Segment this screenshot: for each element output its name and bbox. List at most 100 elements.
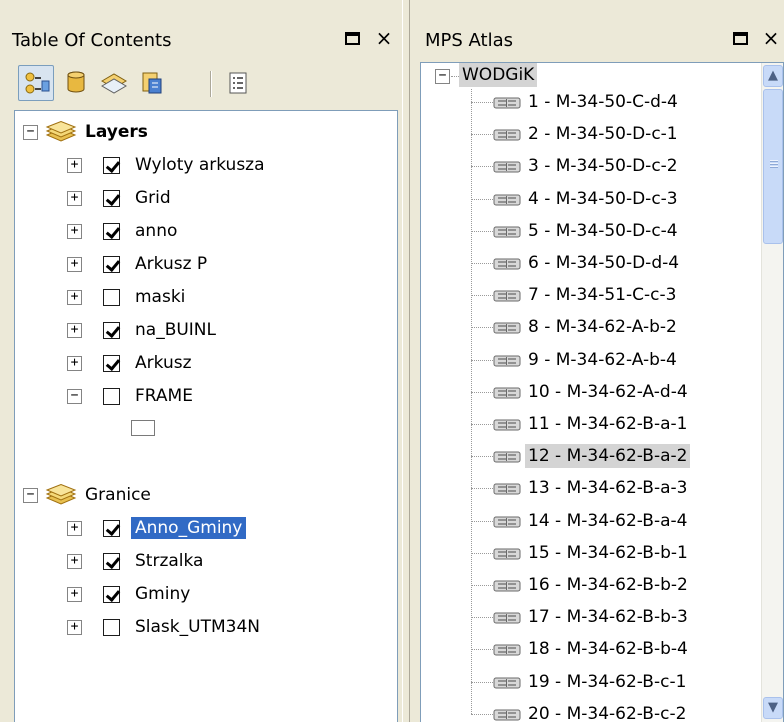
toc-restore-button[interactable] <box>340 26 364 50</box>
options-button[interactable] <box>220 65 256 101</box>
tree-connector <box>471 198 493 200</box>
panel-splitter[interactable] <box>402 0 410 722</box>
layer-expander[interactable]: + <box>67 554 82 569</box>
atlas-page-item[interactable]: 6 - M-34-50-D-d-4 <box>471 250 761 276</box>
atlas-page-item[interactable]: 18 - M-34-62-B-b-4 <box>471 636 761 662</box>
atlas-page-label[interactable]: 5 - M-34-50-D-c-4 <box>525 219 681 243</box>
layer-expander[interactable]: + <box>67 158 82 173</box>
toc-close-button[interactable]: × <box>372 26 396 50</box>
atlas-root-label[interactable]: WODGiK <box>459 63 538 87</box>
layer-visibility-checkbox[interactable] <box>103 520 120 537</box>
layer-visibility-checkbox[interactable] <box>103 553 120 570</box>
tree-connector <box>471 134 493 136</box>
layer-label[interactable]: Arkusz <box>131 352 196 374</box>
layer-visibility-checkbox[interactable] <box>103 586 120 603</box>
atlas-restore-button[interactable] <box>728 26 752 50</box>
layer-visibility-checkbox[interactable] <box>103 190 120 207</box>
layer-expander[interactable]: − <box>67 389 82 404</box>
atlas-page-label[interactable]: 17 - M-34-62-B-b-3 <box>525 605 691 629</box>
layer-label[interactable]: Slask_UTM34N <box>131 616 264 638</box>
atlas-page-item[interactable]: 10 - M-34-62-A-d-4 <box>471 379 761 405</box>
atlas-page-item[interactable]: 13 - M-34-62-B-a-3 <box>471 475 761 501</box>
scroll-thumb[interactable] <box>763 89 783 244</box>
layer-label[interactable]: anno <box>131 220 181 242</box>
atlas-page-label[interactable]: 10 - M-34-62-A-d-4 <box>525 380 691 404</box>
atlas-root-expander[interactable]: − <box>435 69 450 84</box>
layer-visibility-checkbox[interactable] <box>103 289 120 306</box>
layer-visibility-checkbox[interactable] <box>103 256 120 273</box>
layer-label[interactable]: Gminy <box>131 583 194 605</box>
atlas-page-item[interactable]: 9 - M-34-62-A-b-4 <box>471 347 761 373</box>
tree-connector <box>471 166 493 168</box>
layer-label[interactable]: Anno_Gminy <box>131 517 247 539</box>
layer-expander[interactable]: + <box>67 521 82 536</box>
atlas-page-label[interactable]: 12 - M-34-62-B-a-2 <box>525 444 691 469</box>
atlas-page-item[interactable]: 5 - M-34-50-D-c-4 <box>471 218 761 244</box>
atlas-page-label[interactable]: 4 - M-34-50-D-c-3 <box>525 187 681 211</box>
list-by-visibility-button[interactable] <box>96 65 132 101</box>
layer-visibility-checkbox[interactable] <box>103 223 120 240</box>
layer-expander[interactable]: + <box>67 587 82 602</box>
layer-visibility-checkbox[interactable] <box>103 388 120 405</box>
layer-label[interactable]: Grid <box>131 187 175 209</box>
atlas-page-label[interactable]: 7 - M-34-51-C-c-3 <box>525 283 679 307</box>
atlas-page-item[interactable]: 12 - M-34-62-B-a-2 <box>471 443 761 469</box>
group-expander[interactable]: − <box>23 488 38 503</box>
atlas-page-item[interactable]: 16 - M-34-62-B-b-2 <box>471 572 761 598</box>
layer-label[interactable]: FRAME <box>131 385 197 407</box>
group-label[interactable]: Granice <box>81 484 155 506</box>
list-by-source-button[interactable] <box>58 65 94 101</box>
group-label[interactable]: Layers <box>81 121 152 143</box>
layer-expander[interactable]: + <box>67 620 82 635</box>
atlas-page-label[interactable]: 16 - M-34-62-B-b-2 <box>525 573 691 597</box>
layer-label[interactable]: Arkusz P <box>131 253 211 275</box>
scroll-up-button[interactable]: ▲ <box>763 65 783 87</box>
atlas-page-label[interactable]: 13 - M-34-62-B-a-3 <box>525 476 690 500</box>
atlas-page-item[interactable]: 19 - M-34-62-B-c-1 <box>471 669 761 695</box>
atlas-page-item[interactable]: 4 - M-34-50-D-c-3 <box>471 186 761 212</box>
atlas-page-label[interactable]: 15 - M-34-62-B-b-1 <box>525 541 691 565</box>
layer-visibility-checkbox[interactable] <box>103 355 120 372</box>
atlas-page-label[interactable]: 3 - M-34-50-D-c-2 <box>525 154 681 178</box>
layer-expander[interactable]: + <box>67 191 82 206</box>
layer-expander[interactable]: + <box>67 323 82 338</box>
atlas-page-item[interactable]: 14 - M-34-62-B-a-4 <box>471 508 761 534</box>
atlas-page-item[interactable]: 3 - M-34-50-D-c-2 <box>471 153 761 179</box>
atlas-page-label[interactable]: 14 - M-34-62-B-a-4 <box>525 509 690 533</box>
atlas-scrollbar[interactable]: ▲ ▼ <box>761 63 783 722</box>
list-by-selection-button[interactable] <box>134 65 170 101</box>
atlas-page-item[interactable]: 1 - M-34-50-C-d-4 <box>471 89 761 115</box>
atlas-page-item[interactable]: 11 - M-34-62-B-a-1 <box>471 411 761 437</box>
layer-label[interactable]: na_BUINL <box>131 319 220 341</box>
layer-expander[interactable]: + <box>67 356 82 371</box>
atlas-page-item[interactable]: 17 - M-34-62-B-b-3 <box>471 604 761 630</box>
layer-expander[interactable]: + <box>67 290 82 305</box>
atlas-page-label[interactable]: 1 - M-34-50-C-d-4 <box>525 90 681 114</box>
layer-visibility-checkbox[interactable] <box>103 322 120 339</box>
layer-label[interactable]: Wyloty arkusza <box>131 154 269 176</box>
map-page-icon <box>493 481 521 500</box>
list-by-drawing-order-button[interactable] <box>18 65 54 101</box>
atlas-close-button[interactable]: × <box>759 26 783 50</box>
atlas-page-label[interactable]: 19 - M-34-62-B-c-1 <box>525 670 689 694</box>
atlas-page-item[interactable]: 7 - M-34-51-C-c-3 <box>471 282 761 308</box>
layer-expander[interactable]: + <box>67 224 82 239</box>
atlas-page-label[interactable]: 20 - M-34-62-B-c-2 <box>525 702 689 722</box>
layer-visibility-checkbox[interactable] <box>103 157 120 174</box>
atlas-page-label[interactable]: 6 - M-34-50-D-d-4 <box>525 251 682 275</box>
atlas-page-item[interactable]: 20 - M-34-62-B-c-2 <box>471 701 761 722</box>
scroll-down-button[interactable]: ▼ <box>763 697 783 719</box>
layer-label[interactable]: Strzalka <box>131 550 207 572</box>
atlas-page-label[interactable]: 2 - M-34-50-D-c-1 <box>525 122 681 146</box>
layer-label[interactable]: maski <box>131 286 189 308</box>
atlas-page-label[interactable]: 8 - M-34-62-A-b-2 <box>525 315 680 339</box>
atlas-page-item[interactable]: 8 - M-34-62-A-b-2 <box>471 314 761 340</box>
atlas-page-item[interactable]: 15 - M-34-62-B-b-1 <box>471 540 761 566</box>
atlas-page-label[interactable]: 18 - M-34-62-B-b-4 <box>525 637 691 661</box>
group-expander[interactable]: − <box>23 125 38 140</box>
atlas-page-label[interactable]: 11 - M-34-62-B-a-1 <box>525 412 690 436</box>
atlas-page-item[interactable]: 2 - M-34-50-D-c-1 <box>471 121 761 147</box>
atlas-page-label[interactable]: 9 - M-34-62-A-b-4 <box>525 348 680 372</box>
layer-expander[interactable]: + <box>67 257 82 272</box>
layer-visibility-checkbox[interactable] <box>103 619 120 636</box>
